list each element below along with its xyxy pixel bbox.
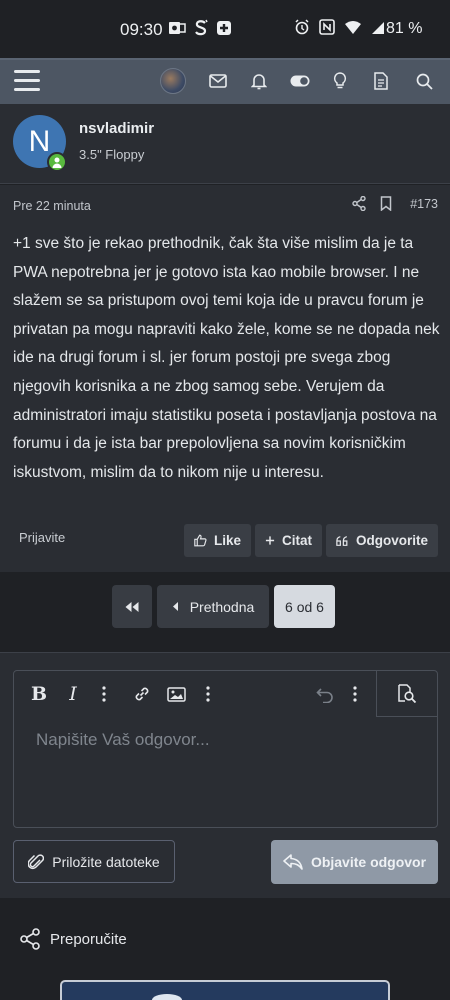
bookmark-icon[interactable] xyxy=(380,196,392,211)
author-username[interactable]: nsvladimir xyxy=(79,120,154,137)
current-page-indicator[interactable]: 6 od 6 xyxy=(274,585,335,628)
share-link[interactable]: Preporučite xyxy=(20,928,127,950)
bell-icon[interactable] xyxy=(248,70,270,92)
report-link[interactable]: Prijavite xyxy=(19,530,65,545)
plus-box-icon xyxy=(217,21,231,35)
reply-arrow-icon xyxy=(283,854,303,870)
menu-icon[interactable] xyxy=(14,70,40,92)
post-content: +1 sve što je rekao prethodnik, čak šta … xyxy=(13,235,440,481)
undo-icon[interactable] xyxy=(315,683,335,705)
theme-toggle-icon[interactable] xyxy=(289,70,311,92)
author-title: 3.5" Floppy xyxy=(79,147,145,162)
attach-files-label: Priložite datoteke xyxy=(52,853,160,870)
online-status-icon xyxy=(47,152,67,172)
more-text-options-icon[interactable] xyxy=(99,683,109,705)
share-icon xyxy=(20,928,40,950)
more-options-icon[interactable] xyxy=(350,683,360,705)
status-time: 09:30 xyxy=(120,20,163,39)
previous-page-button[interactable]: Prethodna xyxy=(157,585,269,628)
lightbulb-icon[interactable] xyxy=(329,70,351,92)
bold-icon[interactable]: B xyxy=(30,683,48,705)
link-icon[interactable] xyxy=(132,683,152,705)
signal-icon xyxy=(372,21,384,34)
like-button[interactable]: Like xyxy=(184,524,251,557)
quote-button[interactable]: Citat xyxy=(255,524,322,557)
app-s-icon xyxy=(195,19,208,36)
preview-toggle[interactable] xyxy=(376,671,437,717)
current-page-label: 6 od 6 xyxy=(285,598,324,615)
thumbs-up-icon xyxy=(194,534,207,547)
top-navbar xyxy=(0,58,450,104)
italic-icon[interactable]: I xyxy=(64,683,82,705)
nfc-icon xyxy=(319,19,335,35)
image-icon[interactable] xyxy=(166,683,186,705)
post-reply-label: Objavite odgovor xyxy=(310,854,427,870)
more-insert-options-icon[interactable] xyxy=(203,683,213,705)
post-body: Pre 22 minuta #173 +1 sve što je rekao p… xyxy=(0,185,450,572)
quote-label: Citat xyxy=(282,533,312,548)
outlook-icon xyxy=(169,22,186,34)
preview-icon xyxy=(398,684,417,703)
share-icon[interactable] xyxy=(352,196,366,211)
battery-level: 81 % xyxy=(386,20,423,37)
post-number[interactable]: #173 xyxy=(410,197,438,211)
inbox-icon[interactable] xyxy=(207,70,229,92)
like-label: Like xyxy=(213,533,241,548)
attach-files-button[interactable]: Priložite datoteke xyxy=(13,840,175,883)
post-timestamp[interactable]: Pre 22 minuta xyxy=(13,199,91,213)
share-label: Preporučite xyxy=(50,930,127,948)
status-bar: 09:30 81 % xyxy=(0,0,450,58)
document-icon[interactable] xyxy=(370,70,392,92)
wifi-icon xyxy=(345,20,361,34)
quick-reply-section: B I Napišite Vaš odgovor... Priložite da… xyxy=(0,653,450,898)
banner-image xyxy=(60,980,390,1000)
paperclip-icon xyxy=(28,853,45,869)
plus-icon xyxy=(265,536,275,545)
double-chevron-left-icon xyxy=(125,601,139,612)
reply-button[interactable]: Odgovorite xyxy=(326,524,438,557)
first-page-button[interactable] xyxy=(112,585,152,628)
editor-toolbar: B I xyxy=(14,671,437,717)
previous-page-label: Prethodna xyxy=(189,598,255,615)
reply-placeholder: Napišite Vaš odgovor... xyxy=(36,730,210,749)
chevron-left-icon xyxy=(172,602,178,611)
search-icon[interactable] xyxy=(413,70,435,92)
alarm-icon xyxy=(295,19,309,35)
quote-marks-icon xyxy=(336,535,348,546)
user-avatar[interactable] xyxy=(160,68,186,94)
reply-editor[interactable]: B I Napišite Vaš odgovor... xyxy=(13,670,438,828)
post-reply-button[interactable]: Objavite odgovor xyxy=(271,840,438,884)
post-author-header: N nsvladimir 3.5" Floppy xyxy=(0,104,450,184)
reply-label: Odgovorite xyxy=(355,533,428,548)
